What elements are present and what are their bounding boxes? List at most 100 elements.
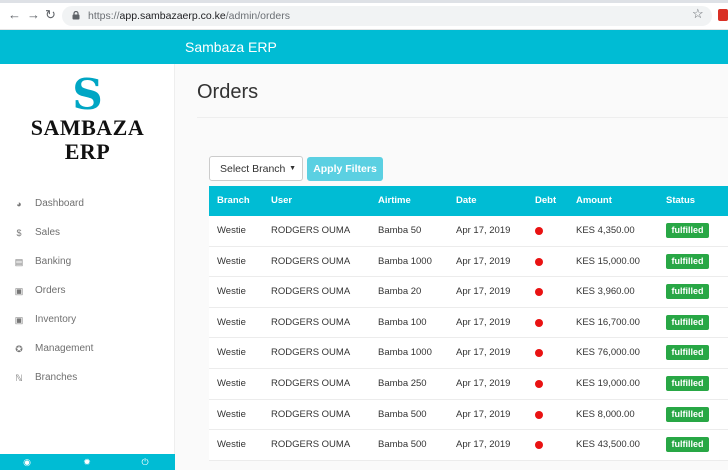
cart-icon: ▣ [14, 286, 24, 296]
lock-icon [72, 11, 80, 20]
tab-strip [0, 0, 728, 3]
column-header-status[interactable]: Status [666, 195, 695, 206]
card-icon: ▤ [14, 257, 24, 267]
divider [197, 117, 728, 118]
logo-text-line2: ERP [64, 139, 111, 164]
sidebar-item-sales[interactable]: $ Sales [0, 219, 175, 248]
cell-date: Apr 17, 2019 [456, 316, 511, 328]
cell-amount: KES 4,350.00 [576, 225, 635, 236]
branch-icon: ℕ [15, 373, 23, 383]
table-row[interactable]: Westie RODGERS OUMA Bamba 20 Apr 17, 201… [209, 277, 728, 308]
column-header-amount[interactable]: Amount [576, 195, 612, 206]
table-row[interactable]: Westie RODGERS OUMA Bamba 500 Apr 17, 20… [209, 430, 728, 461]
debt-indicator [535, 257, 543, 266]
column-header-user[interactable]: User [271, 195, 292, 206]
reload-icon[interactable]: ↻ [45, 8, 56, 22]
column-header-date[interactable]: Date [456, 195, 477, 206]
sidebar-item-label: Branches [35, 372, 78, 383]
cell-user: RODGERS OUMA [271, 255, 351, 267]
status-badge: fulfilled [666, 406, 709, 422]
chevron-down-icon: ▼ [289, 165, 296, 172]
status-badge: fulfilled [666, 223, 709, 238]
sidebar-item-orders[interactable]: ▣ Orders [0, 277, 175, 306]
cell-date: Apr 17, 2019 [456, 377, 511, 389]
branch-select[interactable]: Select Branch ▼ [209, 156, 303, 181]
status-badge: fulfilled [666, 253, 709, 269]
browser-toolbar: ← → ↻ https://app.sambazaerp.co.ke/admin… [0, 0, 728, 30]
cell-amount: KES 3,960.00 [576, 286, 635, 298]
column-header-debt[interactable]: Debt [535, 195, 556, 206]
column-header-branch[interactable]: Branch [217, 195, 250, 206]
cell-branch: Westie [217, 377, 246, 389]
status-badge: fulfilled [666, 437, 709, 453]
sidebar-item-inventory[interactable]: ▣ Inventory [0, 306, 175, 335]
table-row[interactable]: Westie RODGERS OUMA Bamba 1000 Apr 17, 2… [209, 338, 728, 369]
cell-amount: KES 8,000.00 [576, 408, 635, 420]
cell-date: Apr 17, 2019 [456, 286, 511, 298]
cell-amount: KES 19,000.00 [576, 377, 640, 389]
apply-filters-button[interactable]: Apply Filters [307, 157, 383, 181]
cell-airtime: Bamba 20 [378, 286, 422, 298]
table-row[interactable]: Westie RODGERS OUMA Bamba 1000 Apr 17, 2… [209, 246, 728, 278]
cell-branch: Westie [217, 225, 246, 236]
sidebar-item-label: Orders [35, 285, 66, 296]
bookmark-star-icon[interactable]: ☆ [692, 7, 704, 21]
table-row[interactable]: Westie RODGERS OUMA Bamba 500 Apr 17, 20… [209, 399, 728, 431]
column-header-airtime[interactable]: Airtime [378, 195, 411, 206]
table-header: Branch User Airtime Date Debt Amount Sta… [209, 186, 728, 216]
sidebar-item-banking[interactable]: ▤ Banking [0, 248, 175, 277]
debt-indicator [535, 288, 543, 297]
cell-airtime: Bamba 100 [378, 316, 427, 328]
cell-date: Apr 17, 2019 [456, 225, 511, 236]
power-icon[interactable]: ⏻ [140, 457, 150, 467]
address-bar[interactable]: https://app.sambazaerp.co.ke/admin/order… [62, 6, 712, 26]
debt-indicator [535, 441, 543, 450]
sidebar-item-management[interactable]: ✪ Management [0, 335, 175, 364]
cell-user: RODGERS OUMA [271, 377, 351, 389]
cell-user: RODGERS OUMA [271, 408, 351, 420]
cell-airtime: Bamba 500 [378, 408, 427, 420]
cell-amount: KES 15,000.00 [576, 255, 640, 267]
sidebar-item-label: Inventory [35, 314, 77, 325]
app-title: Sambaza ERP [185, 39, 277, 55]
page-title: Orders [197, 81, 259, 103]
status-badge: fulfilled [666, 284, 709, 300]
cell-user: RODGERS OUMA [271, 225, 351, 236]
sidebar-item-label: Sales [35, 227, 61, 238]
logo: S SAMBAZA ERP [0, 74, 175, 164]
gear-icon[interactable]: ✹ [82, 457, 92, 467]
bell-icon[interactable]: ◉ [22, 457, 32, 467]
sidebar-item-dashboard[interactable]: ◕ Dashboard [0, 190, 175, 219]
cell-date: Apr 17, 2019 [456, 408, 511, 420]
table-row[interactable]: Westie RODGERS OUMA Bamba 100 Apr 17, 20… [209, 307, 728, 339]
cell-user: RODGERS OUMA [271, 439, 351, 451]
dashboard-icon: ◕ [16, 199, 22, 209]
table-row[interactable]: Westie RODGERS OUMA Bamba 250 Apr 17, 20… [209, 368, 728, 400]
status-badge: fulfilled [666, 345, 709, 361]
cell-branch: Westie [217, 439, 246, 451]
cell-branch: Westie [217, 286, 246, 298]
debt-indicator [535, 379, 543, 388]
cell-amount: KES 16,700.00 [576, 316, 640, 328]
sidebar-item-label: Banking [35, 256, 72, 267]
cell-branch: Westie [217, 316, 246, 328]
status-badge: fulfilled [666, 375, 709, 391]
cell-airtime: Bamba 1000 [378, 347, 432, 359]
forward-icon[interactable]: → [27, 8, 40, 22]
orders-table: Branch User Airtime Date Debt Amount Sta… [209, 186, 728, 461]
app-header: Sambaza ERP [0, 30, 728, 64]
extension-icon[interactable] [718, 9, 728, 21]
branch-select-value: Select Branch [220, 163, 286, 175]
table-row[interactable]: Westie RODGERS OUMA Bamba 50 Apr 17, 201… [209, 216, 728, 247]
cell-branch: Westie [217, 408, 246, 420]
sidebar-item-branches[interactable]: ℕ Branches [0, 364, 175, 393]
sidebar-menu: ◕ Dashboard $ Sales ▤ Banking ▣ Orders ▣… [0, 190, 175, 393]
main-content: Orders Select Branch ▼ Apply Filters Bra… [175, 64, 728, 470]
url-text: https://app.sambazaerp.co.ke/admin/order… [88, 10, 290, 22]
back-icon[interactable]: ← [8, 8, 21, 22]
sidebar-item-label: Dashboard [35, 198, 84, 209]
debt-indicator [535, 318, 543, 327]
sidebar-footer: ◉ ✹ ⏻ [0, 454, 175, 470]
logo-mark: S [72, 70, 103, 119]
dollar-icon: $ [16, 228, 22, 238]
